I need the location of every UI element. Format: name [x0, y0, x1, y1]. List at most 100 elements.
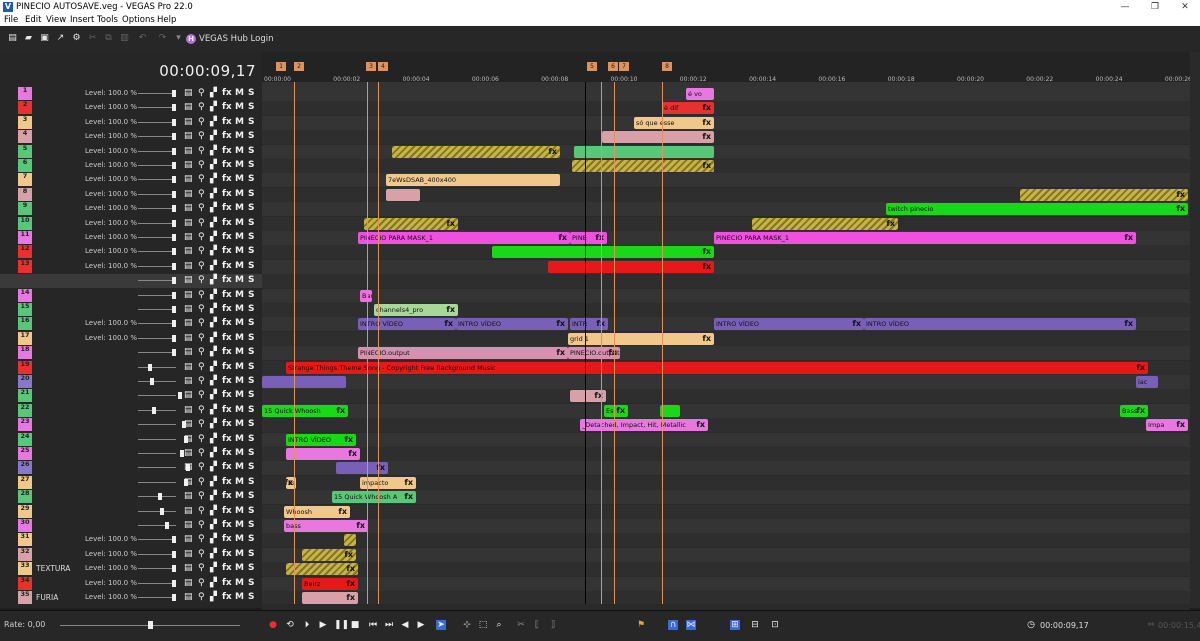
track-fx-icon[interactable]: fx [222, 290, 232, 300]
clip-fx-icon[interactable]: fx [1176, 419, 1185, 431]
track-motion-icon[interactable]: ⚲ [198, 261, 205, 271]
track-level-slider-thumb[interactable] [160, 508, 164, 515]
solo-button[interactable]: S [248, 578, 254, 588]
track-level-slider[interactable] [138, 467, 176, 468]
compositing-mode-icon[interactable]: ▞ [210, 592, 217, 602]
solo-button[interactable]: S [248, 146, 254, 156]
track-header[interactable]: 10 Level: 100.0 % ▤ ⚲ ▞ fx M S [0, 217, 262, 231]
media-clip[interactable]: bassfx [284, 520, 368, 532]
track-level-slider-thumb[interactable] [158, 493, 162, 500]
media-clip[interactable]: _Detached, Impact, Hit, Metallic fx [580, 419, 708, 431]
compositing-mode-icon[interactable]: ▞ [210, 534, 217, 544]
clip-fx-icon[interactable]: fx [702, 131, 711, 143]
solo-button[interactable]: S [248, 563, 254, 573]
track-motion-icon[interactable]: ⚲ [198, 491, 205, 501]
media-clip[interactable]: impacto fx [360, 477, 416, 489]
track-number[interactable]: 15 [18, 303, 32, 316]
track-motion-icon[interactable]: ⚲ [198, 203, 205, 213]
timeline-lane[interactable] [262, 418, 1190, 433]
clip-fx-icon[interactable]: fx [608, 347, 617, 359]
clip-fx-icon[interactable]: fx [356, 520, 365, 532]
timeline-lane[interactable] [262, 116, 1190, 131]
stop-icon[interactable]: ■ [350, 620, 360, 630]
envelope-tool-icon[interactable]: ⊹ [462, 620, 472, 630]
track-header[interactable]: 33 TEXTURA Level: 100.0 % ▤ ⚲ ▞ fx M S [0, 562, 262, 576]
track-fx-icon[interactable]: fx [222, 174, 232, 184]
compositing-mode-icon[interactable]: ▞ [210, 448, 217, 458]
track-number[interactable]: 16 [18, 317, 32, 330]
track-fx-icon[interactable]: fx [222, 549, 232, 559]
solo-button[interactable]: S [248, 117, 254, 127]
media-clip[interactable]: INTRO VÍDEO fx [358, 318, 456, 330]
track-level-slider[interactable] [138, 208, 176, 209]
mute-button[interactable]: M [235, 477, 244, 487]
track-motion-icon[interactable]: ⚲ [198, 592, 205, 602]
track-header[interactable]: 11 Level: 100.0 % ▤ ⚲ ▞ fx M S [0, 231, 262, 245]
timeline-marker[interactable]: 5 [587, 62, 597, 71]
mute-button[interactable]: M [235, 117, 244, 127]
track-motion-icon[interactable]: ⚲ [198, 376, 205, 386]
vegas-hub-login-link[interactable]: VEGAS Hub Login [199, 34, 274, 44]
track-motion-icon[interactable]: ⚲ [198, 232, 205, 242]
bypass-motion-blur-icon[interactable]: ▤ [184, 477, 193, 487]
track-level-slider-thumb[interactable] [172, 551, 176, 558]
track-header[interactable]: 19 ▤ ⚲ ▞ fx M S [0, 361, 262, 375]
compositing-mode-icon[interactable]: ▞ [210, 160, 217, 170]
track-level-slider-thumb[interactable] [172, 162, 176, 169]
clip-fx-icon[interactable]: fx [702, 117, 711, 129]
timeline-marker[interactable]: 2 [294, 62, 304, 71]
track-level-slider[interactable] [138, 352, 176, 353]
track-header[interactable]: 29 ▤ ⚲ ▞ fx M S [0, 505, 262, 519]
track-level-slider[interactable] [138, 107, 176, 108]
track-header[interactable]: 32 Level: 100.0 % ▤ ⚲ ▞ fx M S [0, 548, 262, 562]
track-level-slider[interactable] [138, 295, 176, 296]
track-level-slider-thumb[interactable] [165, 522, 169, 529]
track-number[interactable]: 10 [18, 217, 32, 230]
track-level-slider[interactable] [138, 583, 176, 584]
delete-icon[interactable]: ▥ [120, 34, 129, 43]
media-clip[interactable]: INTRO VÍDEO fx [714, 318, 864, 330]
timeline-lane[interactable] [262, 289, 1190, 304]
track-level-slider-thumb[interactable] [172, 292, 176, 299]
track-fx-icon[interactable]: fx [222, 218, 232, 228]
track-number[interactable]: 7 [18, 173, 32, 186]
mute-button[interactable]: M [235, 390, 244, 400]
mute-button[interactable]: M [235, 318, 244, 328]
settings-gear-icon[interactable]: ⚙ [72, 34, 81, 43]
track-header[interactable]: 21 ▤ ⚲ ▞ fx M S [0, 389, 262, 403]
bypass-motion-blur-icon[interactable]: ▤ [184, 88, 193, 98]
track-motion-icon[interactable]: ⚲ [198, 534, 205, 544]
track-number[interactable]: 31 [18, 533, 32, 546]
bypass-motion-blur-icon[interactable]: ▤ [184, 419, 193, 429]
media-clip[interactable]: fx [336, 462, 388, 474]
timeline-lane[interactable] [262, 332, 1190, 347]
compositing-mode-icon[interactable]: ▞ [210, 347, 217, 357]
solo-button[interactable]: S [248, 491, 254, 501]
clip-fx-icon[interactable]: fx [336, 405, 345, 417]
track-level-slider[interactable] [138, 338, 176, 339]
solo-button[interactable]: S [248, 376, 254, 386]
track-motion-icon[interactable]: ⚲ [198, 160, 205, 170]
track-header[interactable]: 7 Level: 100.0 % ▤ ⚲ ▞ fx M S [0, 173, 262, 187]
track-level-slider-thumb[interactable] [172, 176, 176, 183]
media-clip[interactable]: PINECIO PARA MASK_1 fx [714, 232, 1136, 244]
track-level-slider[interactable] [138, 367, 176, 368]
media-clip[interactable]: fx [548, 261, 714, 273]
auto-crossfade-icon[interactable]: ⋈ [686, 620, 696, 630]
compositing-mode-icon[interactable]: ▞ [210, 246, 217, 256]
menu-file[interactable]: File [4, 15, 18, 25]
compositing-mode-icon[interactable]: ▞ [210, 189, 217, 199]
solo-button[interactable]: S [248, 333, 254, 343]
clip-fx-icon[interactable]: fx [338, 506, 347, 518]
media-clip[interactable]: 15 Quick Whoosh fx [262, 405, 348, 417]
track-number[interactable]: 2 [18, 101, 32, 114]
track-level-slider-thumb[interactable] [172, 133, 176, 140]
timeline-lane[interactable] [262, 577, 1190, 592]
track-number[interactable]: 12 [18, 245, 32, 258]
media-clip[interactable]: PINECIO PARA MASK_1 fx [358, 232, 570, 244]
track-level-slider[interactable] [138, 439, 176, 440]
track-header[interactable]: 18 ▤ ⚲ ▞ fx M S [0, 346, 262, 360]
track-level-slider[interactable] [138, 122, 176, 123]
track-level-slider-thumb[interactable] [152, 407, 156, 414]
solo-button[interactable]: S [248, 174, 254, 184]
